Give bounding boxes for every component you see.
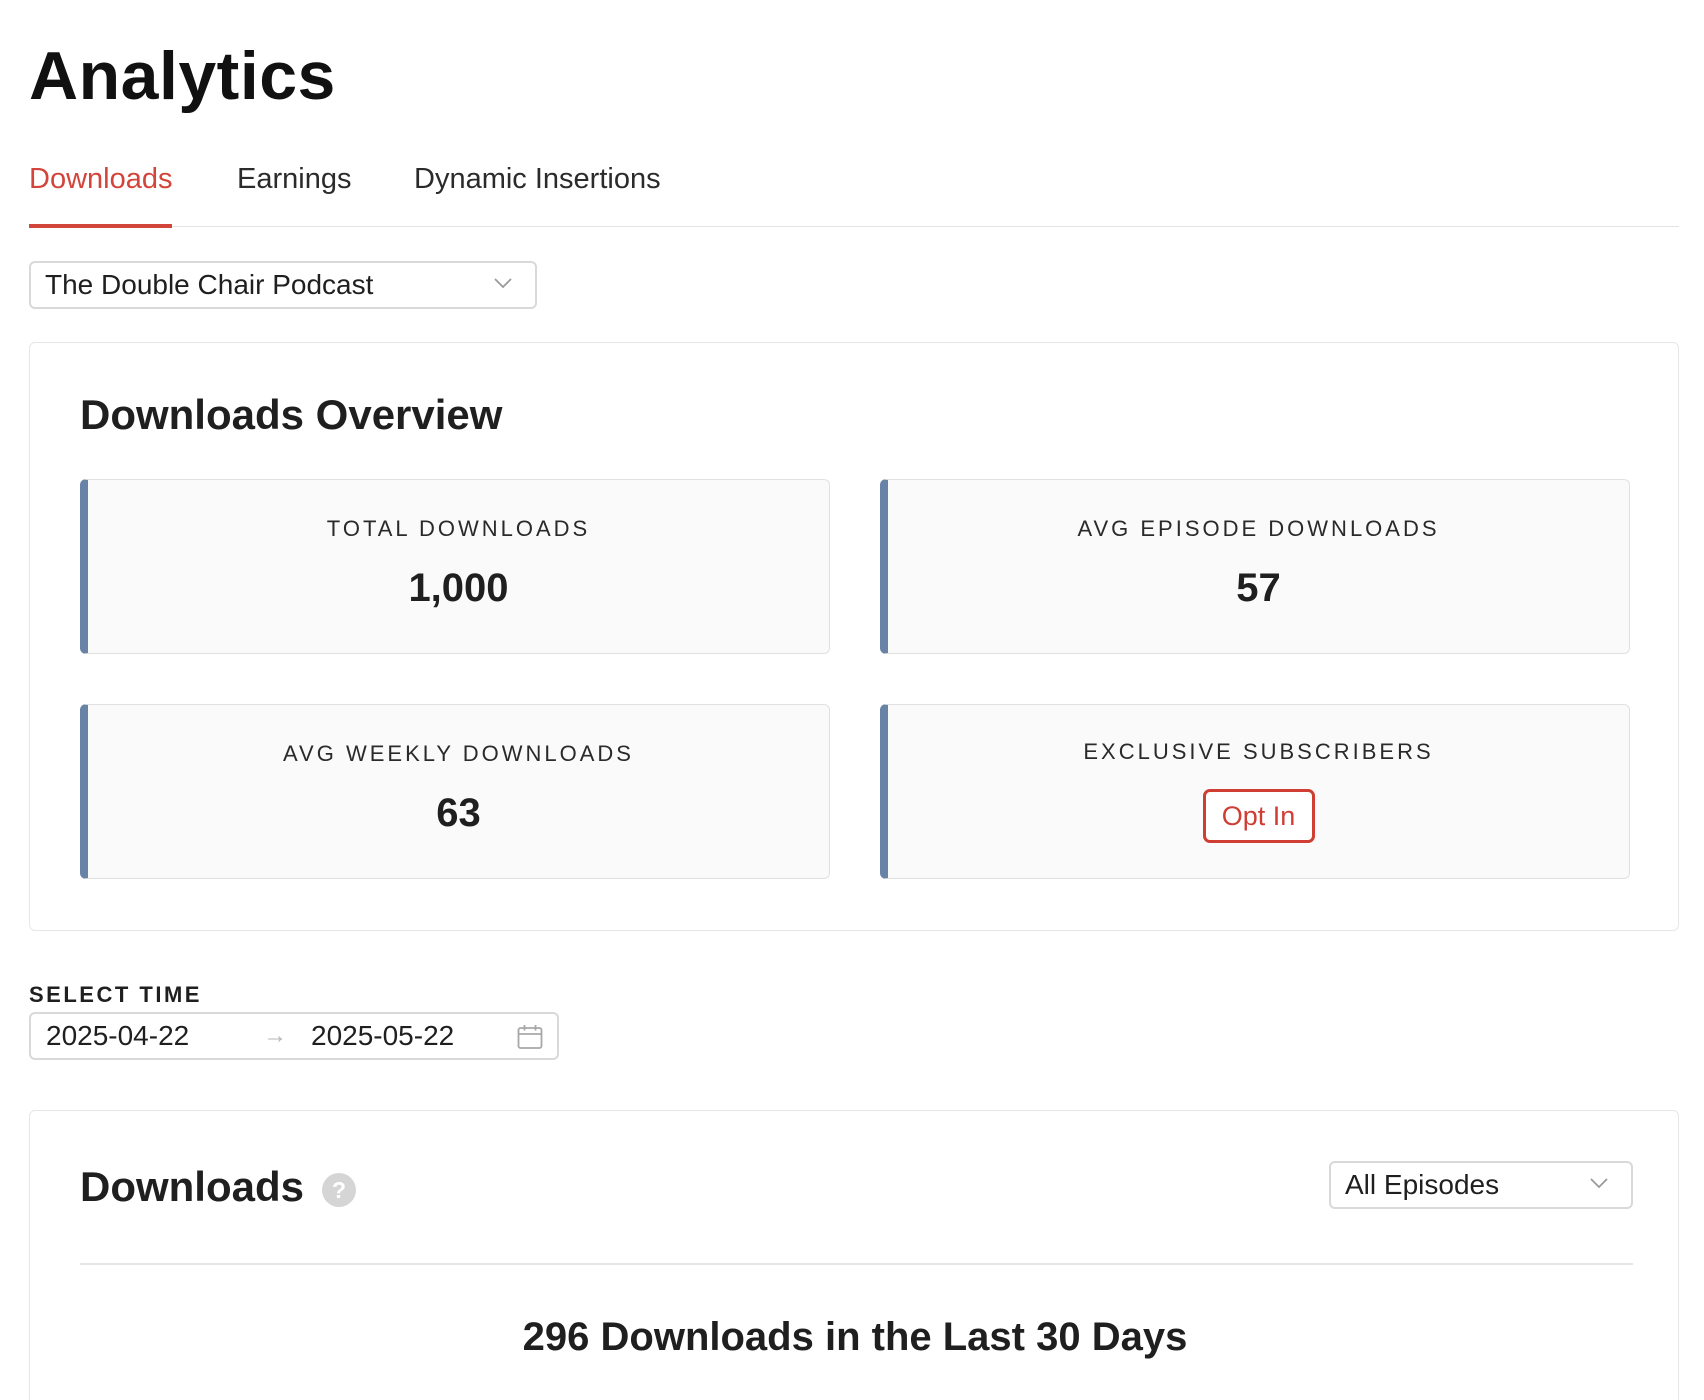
opt-in-button[interactable]: Opt In [1202, 789, 1315, 843]
date-range-picker[interactable]: 2025-04-22 → 2025-05-22 [29, 1012, 559, 1060]
start-date-input[interactable]: 2025-04-22 [46, 1014, 189, 1058]
avg-episode-downloads-value: 57 [1236, 566, 1281, 610]
avg-episode-downloads-stat: AVG EPISODE DOWNLOADS 57 [880, 479, 1630, 654]
total-downloads-stat: TOTAL DOWNLOADS 1,000 [80, 479, 830, 654]
chevron-down-icon [1590, 1178, 1608, 1189]
podcast-select-value: The Double Chair Podcast [45, 269, 374, 300]
total-downloads-label: TOTAL DOWNLOADS [326, 516, 591, 541]
downloads-overview-title: Downloads Overview [80, 391, 503, 438]
episode-filter-value: All Episodes [1345, 1169, 1500, 1200]
avg-weekly-downloads-label: AVG WEEKLY DOWNLOADS [283, 741, 634, 766]
end-date-input[interactable]: 2025-05-22 [311, 1014, 454, 1058]
calendar-icon[interactable] [517, 1024, 543, 1050]
date-range-separator: → [263, 1022, 287, 1049]
downloads-overview-card: Downloads Overview TOTAL DOWNLOADS 1,000… [29, 342, 1679, 931]
exclusive-subscribers-stat: EXCLUSIVE SUBSCRIBERS Opt In [880, 704, 1630, 879]
exclusive-subscribers-label: EXCLUSIVE SUBSCRIBERS [1083, 739, 1434, 764]
avg-weekly-downloads-value: 63 [436, 791, 481, 835]
downloads-title: Downloads [80, 1163, 305, 1210]
tab-earnings[interactable]: Earnings [237, 150, 351, 224]
tab-dynamic-insertions[interactable]: Dynamic Insertions [414, 150, 661, 224]
avg-episode-downloads-label: AVG EPISODE DOWNLOADS [1077, 516, 1440, 541]
help-icon[interactable]: ? [322, 1173, 356, 1207]
avg-weekly-downloads-stat: AVG WEEKLY DOWNLOADS 63 [80, 704, 830, 879]
select-time-label: SELECT TIME [29, 982, 202, 1007]
total-downloads-value: 1,000 [408, 566, 509, 610]
episode-filter-select[interactable]: All Episodes [1329, 1161, 1633, 1209]
section-divider [80, 1263, 1633, 1265]
downloads-card: Downloads ? All Episodes 296 Downloads i… [29, 1110, 1679, 1400]
tab-bar: Downloads Earnings Dynamic Insertions [29, 150, 1679, 228]
tab-downloads[interactable]: Downloads [29, 150, 173, 228]
chevron-down-icon [494, 278, 512, 289]
downloads-summary: 296 Downloads in the Last 30 Days [522, 1315, 1188, 1359]
page-title: Analytics [29, 38, 336, 114]
podcast-select[interactable]: The Double Chair Podcast [29, 261, 537, 309]
